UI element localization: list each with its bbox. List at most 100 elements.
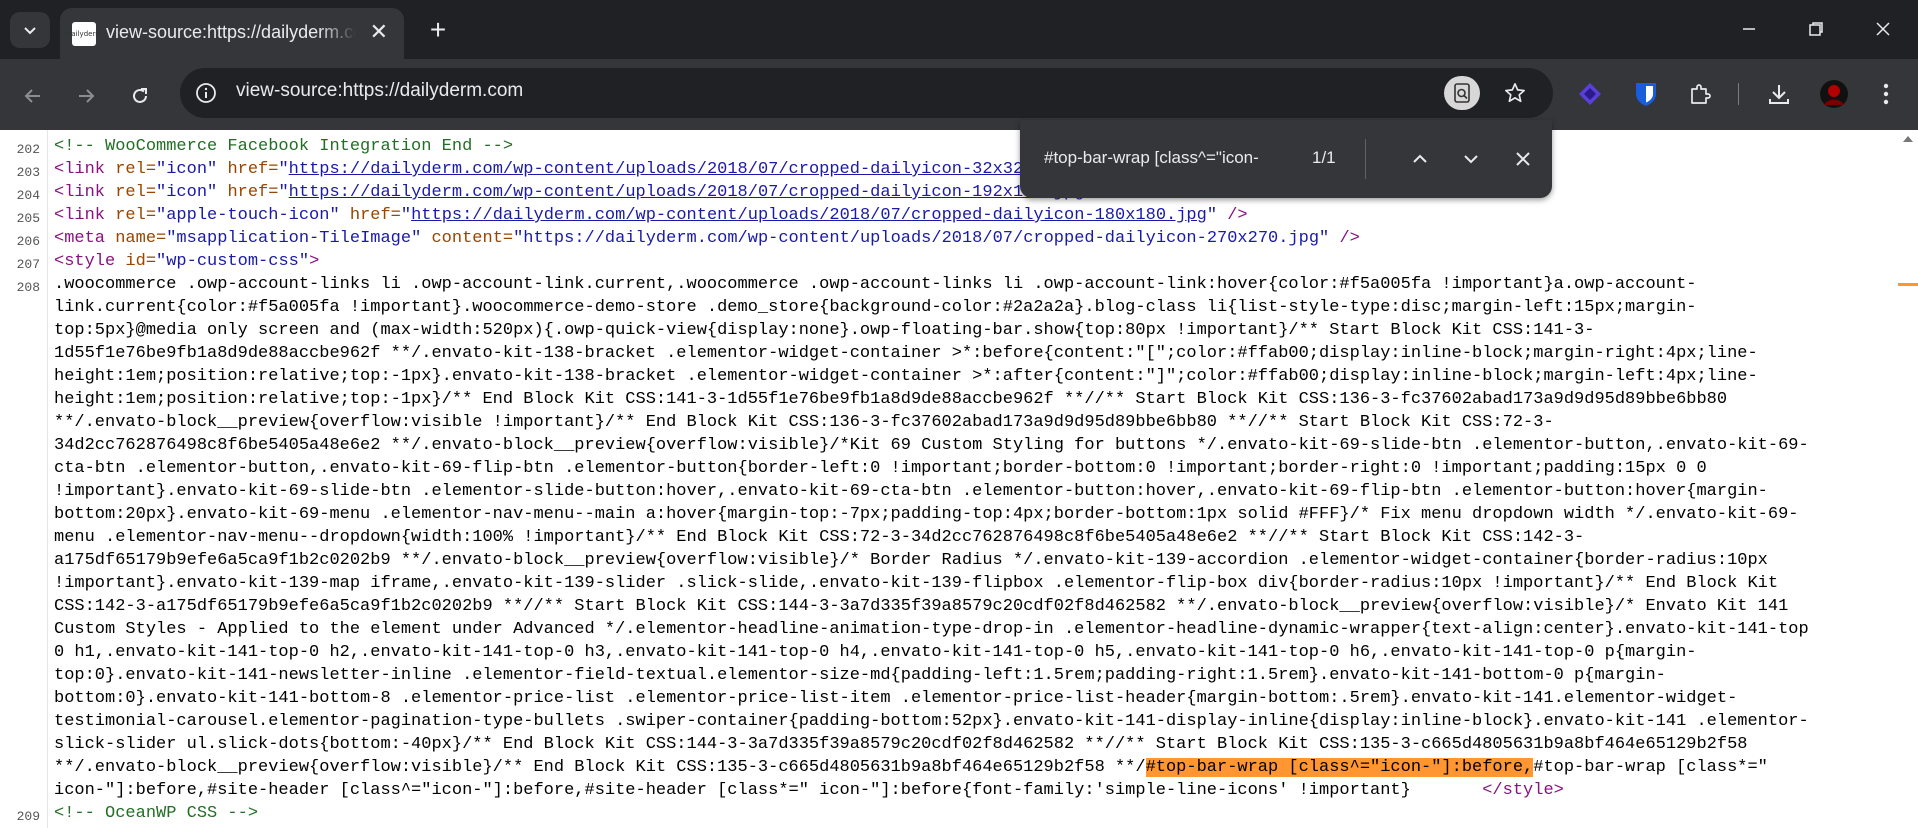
attr-value: "apple-touch-icon" bbox=[156, 206, 340, 225]
line-number: 206 bbox=[16, 234, 40, 249]
attr-name: href= bbox=[217, 183, 279, 202]
source-link[interactable]: https://dailyderm.com/wp-content/uploads… bbox=[411, 206, 1207, 225]
attr-name: name= bbox=[115, 229, 167, 248]
quote: " bbox=[278, 183, 289, 202]
source-line-206: <meta name="msapplication-TileImage" con… bbox=[54, 227, 1360, 250]
reload-button[interactable] bbox=[120, 76, 160, 116]
line-number: 202 bbox=[16, 142, 40, 157]
tag-name: <style bbox=[54, 252, 126, 271]
line-number: 203 bbox=[16, 165, 40, 180]
close-icon bbox=[1516, 152, 1530, 166]
css-text: **/.envato-block__preview{overflow:visib… bbox=[54, 758, 1146, 777]
source-link[interactable]: https://dailyderm.com/wp-content/uploads… bbox=[289, 160, 1064, 179]
previous-match-button[interactable] bbox=[1405, 144, 1435, 174]
url-text[interactable]: view-source:https://dailyderm.com bbox=[236, 80, 523, 102]
css-text-line: slick-slider ul.slick-dots{bottom:-40px}… bbox=[54, 735, 1748, 754]
tab-search-button[interactable] bbox=[10, 12, 50, 48]
next-match-button[interactable] bbox=[1456, 144, 1486, 174]
css-text-line: cta-btn .elementor-button,.envato-kit-69… bbox=[54, 459, 1707, 478]
tag-close: > bbox=[309, 252, 320, 271]
css-text-line: testimonial-carousel.elementor-paginatio… bbox=[54, 712, 1809, 731]
find-match-highlight: #top-bar-wrap [class^="icon-"]:before, bbox=[1145, 758, 1534, 777]
plus-icon: + bbox=[429, 14, 447, 45]
restore-button[interactable] bbox=[1791, 10, 1841, 48]
back-button[interactable] bbox=[13, 76, 53, 116]
line-number: 208 bbox=[16, 280, 40, 295]
line-number: 209 bbox=[16, 809, 40, 824]
back-arrow-icon bbox=[24, 89, 40, 103]
css-text-line: .woocommerce .owp-account-links li .owp-… bbox=[54, 275, 1697, 294]
css-text-line: a175df65179b9efe6a5ca9f1b2c0202b9 **/.en… bbox=[54, 551, 1768, 570]
css-text-line: !important}.envato-kit-139-map iframe,.e… bbox=[54, 574, 1779, 593]
tag-close: /> bbox=[1217, 206, 1248, 225]
tag-name: <meta bbox=[54, 229, 116, 248]
vertical-scrollbar[interactable] bbox=[1898, 130, 1918, 828]
tab-title: view-source:https://dailyderm.com bbox=[106, 22, 356, 42]
new-tab-button[interactable]: + bbox=[420, 12, 456, 48]
attr-name: rel= bbox=[115, 183, 157, 202]
css-text-line: CSS:142-3-a175df65179b9efe6a5ca9f1b2c020… bbox=[54, 597, 1789, 616]
find-icon[interactable] bbox=[1444, 76, 1480, 110]
css-text-line: top:0}.envato-kit-141-newsletter-inline … bbox=[54, 666, 1666, 685]
attr-name: rel= bbox=[115, 160, 157, 179]
extension-purple-icon[interactable] bbox=[1573, 77, 1607, 111]
minimize-button[interactable] bbox=[1724, 10, 1774, 48]
chevron-down-icon bbox=[1464, 155, 1478, 164]
find-input[interactable]: #top-bar-wrap [class^="icon- bbox=[1044, 148, 1280, 168]
source-link[interactable]: https://dailyderm.com/wp-content/uploads… bbox=[289, 183, 1085, 202]
source-line-203: <link rel="icon" href="https://dailyderm… bbox=[54, 158, 1064, 181]
forward-button[interactable] bbox=[66, 76, 106, 116]
css-text-line: 0 h1,.envato-kit-141-top-0 h2,.envato-ki… bbox=[54, 643, 1697, 662]
css-text: #top-bar-wrap [class*=" bbox=[1533, 758, 1768, 777]
line-number: 207 bbox=[16, 257, 40, 272]
avatar[interactable] bbox=[1817, 77, 1851, 111]
restore-icon bbox=[1809, 22, 1823, 36]
source-view[interactable]: 202 203 204 205 206 207 208 209 <!-- Woo… bbox=[0, 130, 1918, 828]
extension-icon[interactable] bbox=[1683, 77, 1717, 111]
css-text-line: **/.envato-block__preview{overflow:visib… bbox=[54, 413, 1554, 432]
more-icon[interactable] bbox=[1869, 77, 1903, 111]
css-text-line: top:5px}@media only screen and (max-widt… bbox=[54, 321, 1595, 340]
quote: " bbox=[278, 160, 289, 179]
attr-name: id= bbox=[125, 252, 157, 271]
attr-name: content= bbox=[421, 229, 514, 248]
close-window-button[interactable] bbox=[1858, 10, 1908, 48]
toolbar: view-source:https://dailyderm.com bbox=[0, 59, 1918, 130]
tag-close: /> bbox=[1329, 229, 1360, 248]
tab-favicon: Dailyderm bbox=[66, 22, 102, 46]
match-count: 1/1 bbox=[1312, 148, 1336, 167]
tab-active[interactable]: Dailyderm view-source:https://dailyderm.… bbox=[60, 8, 404, 59]
favicon-text: Dailyderm bbox=[65, 30, 103, 38]
close-icon bbox=[1876, 22, 1890, 36]
minimize-icon bbox=[1743, 28, 1755, 30]
attr-value: "icon" bbox=[156, 183, 218, 202]
line-number: 204 bbox=[16, 188, 40, 203]
attr-name: href= bbox=[339, 206, 401, 225]
star-icon[interactable] bbox=[1500, 78, 1530, 108]
quote: " bbox=[1206, 206, 1218, 225]
close-find-button[interactable] bbox=[1508, 144, 1538, 174]
attr-name: rel= bbox=[115, 206, 157, 225]
forward-arrow-icon bbox=[79, 89, 95, 103]
download-icon[interactable] bbox=[1762, 77, 1796, 111]
tag-name: <link bbox=[54, 160, 116, 179]
find-bar: #top-bar-wrap [class^="icon- 1/1 bbox=[1020, 120, 1552, 198]
attr-value: "https://dailyderm.com/wp-content/upload… bbox=[513, 229, 1330, 248]
css-text-line: !important}.envato-kit-69-slide-btn .ele… bbox=[54, 482, 1768, 501]
css-text-line: 1d55f1e76be9fb1a8d9de88accbe962f **/.env… bbox=[54, 344, 1758, 363]
find-divider bbox=[1365, 139, 1366, 179]
css-text-line: height:1em;position:relative;top:-1px}.e… bbox=[54, 367, 1758, 386]
bitwarden-shield-icon[interactable] bbox=[1629, 77, 1663, 111]
chevron-down-icon bbox=[24, 27, 36, 35]
tag-name: <link bbox=[54, 206, 116, 225]
scroll-up-arrow-icon[interactable] bbox=[1898, 132, 1918, 146]
reload-icon bbox=[133, 88, 147, 103]
address-bar[interactable]: view-source:https://dailyderm.com bbox=[180, 68, 1553, 118]
info-icon[interactable] bbox=[193, 80, 219, 106]
quote: " bbox=[400, 206, 412, 225]
source-line-209: <!-- OceanWP CSS --> bbox=[54, 802, 258, 825]
html-comment: <!-- WooCommerce Facebook Integration En… bbox=[54, 137, 514, 156]
tag-close: </style> bbox=[1482, 781, 1564, 800]
toolbar-divider bbox=[1738, 83, 1739, 105]
close-icon[interactable]: ✕ bbox=[370, 20, 388, 44]
